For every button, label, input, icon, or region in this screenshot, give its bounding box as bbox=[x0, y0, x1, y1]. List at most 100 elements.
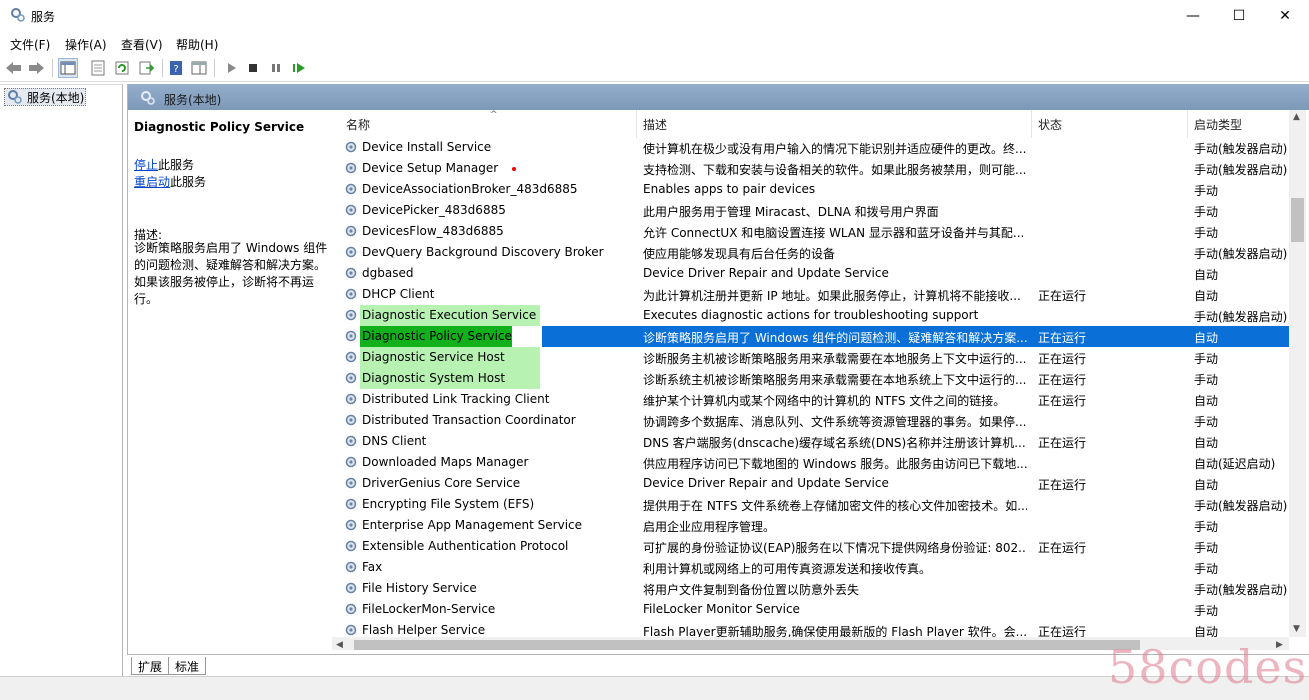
horizontal-scroll-thumb[interactable] bbox=[354, 640, 1140, 650]
service-startup-type: 手动(触发器启动) bbox=[1194, 499, 1288, 513]
services-gear-icon bbox=[8, 90, 22, 104]
service-name: Device Setup Manager bbox=[362, 161, 499, 175]
action-pane-icon bbox=[191, 61, 207, 75]
show-hide-action-pane-button[interactable] bbox=[189, 58, 209, 78]
service-gear-icon bbox=[345, 435, 357, 447]
service-startup-type: 手动 bbox=[1194, 415, 1219, 429]
column-header-status[interactable]: 状态 bbox=[1032, 110, 1188, 138]
export-list-button[interactable] bbox=[136, 58, 156, 78]
service-row[interactable]: Distributed Transaction Coordinator 协调跨多个… bbox=[332, 410, 1292, 431]
properties-button[interactable] bbox=[88, 58, 108, 78]
service-row[interactable]: Device Setup Manager 支持检测、下载和安装与设备相关的软件。如… bbox=[332, 158, 1292, 179]
column-name-label: 名称 bbox=[346, 117, 371, 132]
service-name: File History Service bbox=[362, 581, 477, 595]
tab-extended[interactable]: 扩展 bbox=[131, 657, 170, 675]
services-gear-icon bbox=[11, 8, 25, 22]
column-status-label: 状态 bbox=[1038, 117, 1063, 132]
service-row[interactable]: DeviceAssociationBroker_483d6885 Enables … bbox=[332, 179, 1292, 200]
export-icon bbox=[139, 61, 154, 75]
service-name: Flash Helper Service bbox=[362, 623, 486, 637]
service-gear-icon bbox=[345, 309, 357, 321]
service-row[interactable]: Encrypting File System (EFS) 提供用于在 NTFS 文… bbox=[332, 494, 1292, 515]
help-button[interactable]: ? bbox=[166, 58, 186, 78]
service-row[interactable]: dgbased Device Driver Repair and Update S… bbox=[332, 263, 1292, 284]
column-header-name[interactable]: 名称 ^ bbox=[340, 110, 637, 138]
service-status: 正在运行 bbox=[1038, 331, 1087, 345]
properties-icon bbox=[91, 60, 105, 76]
restart-service-link-row: 重启动此服务 bbox=[134, 173, 206, 190]
back-button[interactable] bbox=[4, 58, 24, 78]
stop-service-link-row: 停止此服务 bbox=[134, 156, 194, 173]
services-panel: 服务(本地) Diagnostic Policy Service 停止此服务 重… bbox=[127, 84, 1309, 676]
tab-standard[interactable]: 标准 bbox=[169, 657, 207, 675]
service-name: Downloaded Maps Manager bbox=[362, 455, 529, 469]
service-row[interactable]: DevQuery Background Discovery Broker 使应用能… bbox=[332, 242, 1292, 263]
service-description: 协调跨多个数据库、消息队列、文件系统等资源管理器的事务。如果停... bbox=[643, 415, 1027, 429]
forward-button[interactable] bbox=[26, 58, 46, 78]
service-startup-type: 手动(触发器启动) bbox=[1194, 163, 1288, 177]
stop-service-link[interactable]: 停止 bbox=[134, 158, 158, 172]
menu-file[interactable]: 文件(F) bbox=[10, 36, 50, 53]
vertical-scrollbar[interactable]: ▲ ▼ bbox=[1289, 110, 1306, 637]
console-tree-button[interactable] bbox=[58, 58, 78, 78]
maximize-button[interactable]: ☐ bbox=[1216, 0, 1262, 32]
refresh-button[interactable] bbox=[112, 58, 132, 78]
column-header-startup-type[interactable]: 启动类型 bbox=[1188, 110, 1298, 138]
description-text: 诊断策略服务启用了 Windows 组件的问题检测、疑难解答和解决方案。如果该服… bbox=[134, 241, 328, 306]
service-row[interactable]: DevicesFlow_483d6885 允许 ConnectUX 和电脑设置连接… bbox=[332, 221, 1292, 242]
stop-service-button[interactable] bbox=[243, 58, 263, 78]
service-description: 诊断系统主机被诊断策略服务用来承载需要在本地系统上下文中运行的... bbox=[643, 373, 1027, 387]
service-gear-icon bbox=[345, 246, 357, 258]
close-button[interactable]: ✕ bbox=[1262, 0, 1308, 32]
scroll-up-icon[interactable]: ▲ bbox=[1293, 112, 1300, 122]
service-name: Fax bbox=[362, 560, 383, 574]
service-row[interactable]: DHCP Client 为此计算机注册并更新 IP 地址。如果此服务停止，计算机将… bbox=[332, 284, 1292, 305]
services-list: 名称 ^ 描述 状态 启动类型 Device Install Service 使计… bbox=[332, 110, 1309, 650]
column-header-description[interactable]: 描述 bbox=[637, 110, 1032, 138]
service-row[interactable]: File History Service 将用户文件复制到备份位置以防意外丢失 手动… bbox=[332, 578, 1292, 599]
service-row[interactable]: Diagnostic Service Host 诊断服务主机被诊断策略服务用来承载… bbox=[332, 347, 1292, 368]
selected-service-title: Diagnostic Policy Service bbox=[134, 120, 305, 134]
restart-service-link[interactable]: 重启动 bbox=[134, 175, 170, 189]
service-description: 供应用程序访问已下载地图的 Windows 服务。此服务由访问已下载地... bbox=[643, 457, 1027, 471]
service-row[interactable]: Diagnostic Execution Service Executes dia… bbox=[332, 305, 1292, 326]
column-start-label: 启动类型 bbox=[1194, 117, 1243, 132]
menu-action[interactable]: 操作(A) bbox=[65, 36, 107, 53]
service-row[interactable]: DNS Client DNS 客户端服务(dnscache)缓存域名系统(DNS)… bbox=[332, 431, 1292, 452]
service-name: Distributed Link Tracking Client bbox=[362, 392, 550, 406]
restart-service-button[interactable] bbox=[289, 58, 309, 78]
pause-icon bbox=[272, 64, 280, 72]
service-startup-type: 手动(触发器启动) bbox=[1194, 247, 1288, 261]
service-startup-type: 手动 bbox=[1194, 520, 1219, 534]
minimize-button[interactable]: — bbox=[1170, 0, 1216, 32]
service-row[interactable]: Downloaded Maps Manager 供应用程序访问已下载地图的 Win… bbox=[332, 452, 1292, 473]
service-row[interactable]: FileLockerMon-Service FileLocker Monitor … bbox=[332, 599, 1292, 620]
service-row[interactable]: Enterprise App Management Service 启用企业应用程… bbox=[332, 515, 1292, 536]
service-row[interactable]: DriverGenius Core Service Device Driver R… bbox=[332, 473, 1292, 494]
service-row[interactable]: Diagnostic System Host 诊断系统主机被诊断策略服务用来承载需… bbox=[332, 368, 1292, 389]
service-description: 诊断服务主机被诊断策略服务用来承载需要在本地服务上下文中运行的... bbox=[643, 352, 1027, 366]
menu-view[interactable]: 查看(V) bbox=[121, 36, 163, 53]
service-row[interactable]: Extensible Authentication Protocol 可扩展的身份… bbox=[332, 536, 1292, 557]
service-row[interactable]: DevicePicker_483d6885 此用户服务用于管理 Miracast、… bbox=[332, 200, 1292, 221]
service-row[interactable]: Fax 利用计算机或网络上的可用传真资源发送和接收传真。 手动 bbox=[332, 557, 1292, 578]
menu-help[interactable]: 帮助(H) bbox=[176, 36, 218, 53]
service-row[interactable]: Distributed Link Tracking Client 维护某个计算机内… bbox=[332, 389, 1292, 410]
scroll-down-icon[interactable]: ▼ bbox=[1293, 624, 1300, 634]
service-startup-type: 自动 bbox=[1194, 331, 1219, 345]
service-description: DNS 客户端服务(dnscache)缓存域名系统(DNS)名称并注册该计算机.… bbox=[643, 436, 1026, 450]
restart-icon bbox=[293, 63, 305, 73]
extended-description-pane: Diagnostic Policy Service 停止此服务 重启动此服务 描… bbox=[128, 110, 332, 650]
start-service-button[interactable] bbox=[221, 58, 241, 78]
service-row[interactable]: Diagnostic Policy Service 诊断策略服务启用了 Windo… bbox=[332, 326, 1292, 347]
service-startup-type: 自动 bbox=[1194, 268, 1219, 282]
stop-service-suffix: 此服务 bbox=[158, 158, 195, 172]
scroll-left-icon[interactable]: ◀ bbox=[336, 640, 343, 650]
vertical-scroll-thumb[interactable] bbox=[1291, 198, 1304, 242]
service-description: 此用户服务用于管理 Miracast、DLNA 和拨号用户界面 bbox=[643, 205, 939, 219]
service-gear-icon bbox=[345, 582, 357, 594]
service-description: 利用计算机或网络上的可用传真资源发送和接收传真。 bbox=[643, 562, 932, 576]
pause-service-button[interactable] bbox=[266, 58, 286, 78]
tree-item-services-local[interactable]: 服务(本地) bbox=[4, 88, 86, 106]
service-row[interactable]: Device Install Service 使计算机在极少或没有用户输入的情况下… bbox=[332, 137, 1292, 158]
